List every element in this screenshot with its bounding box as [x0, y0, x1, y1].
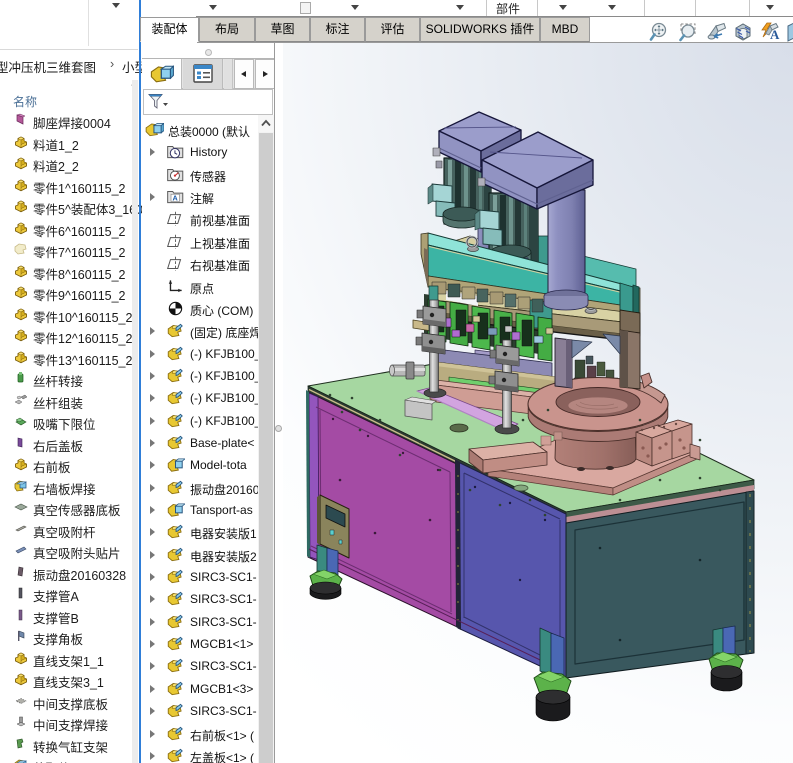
svg-text:A: A — [173, 194, 179, 203]
svg-text:A: A — [770, 27, 780, 42]
